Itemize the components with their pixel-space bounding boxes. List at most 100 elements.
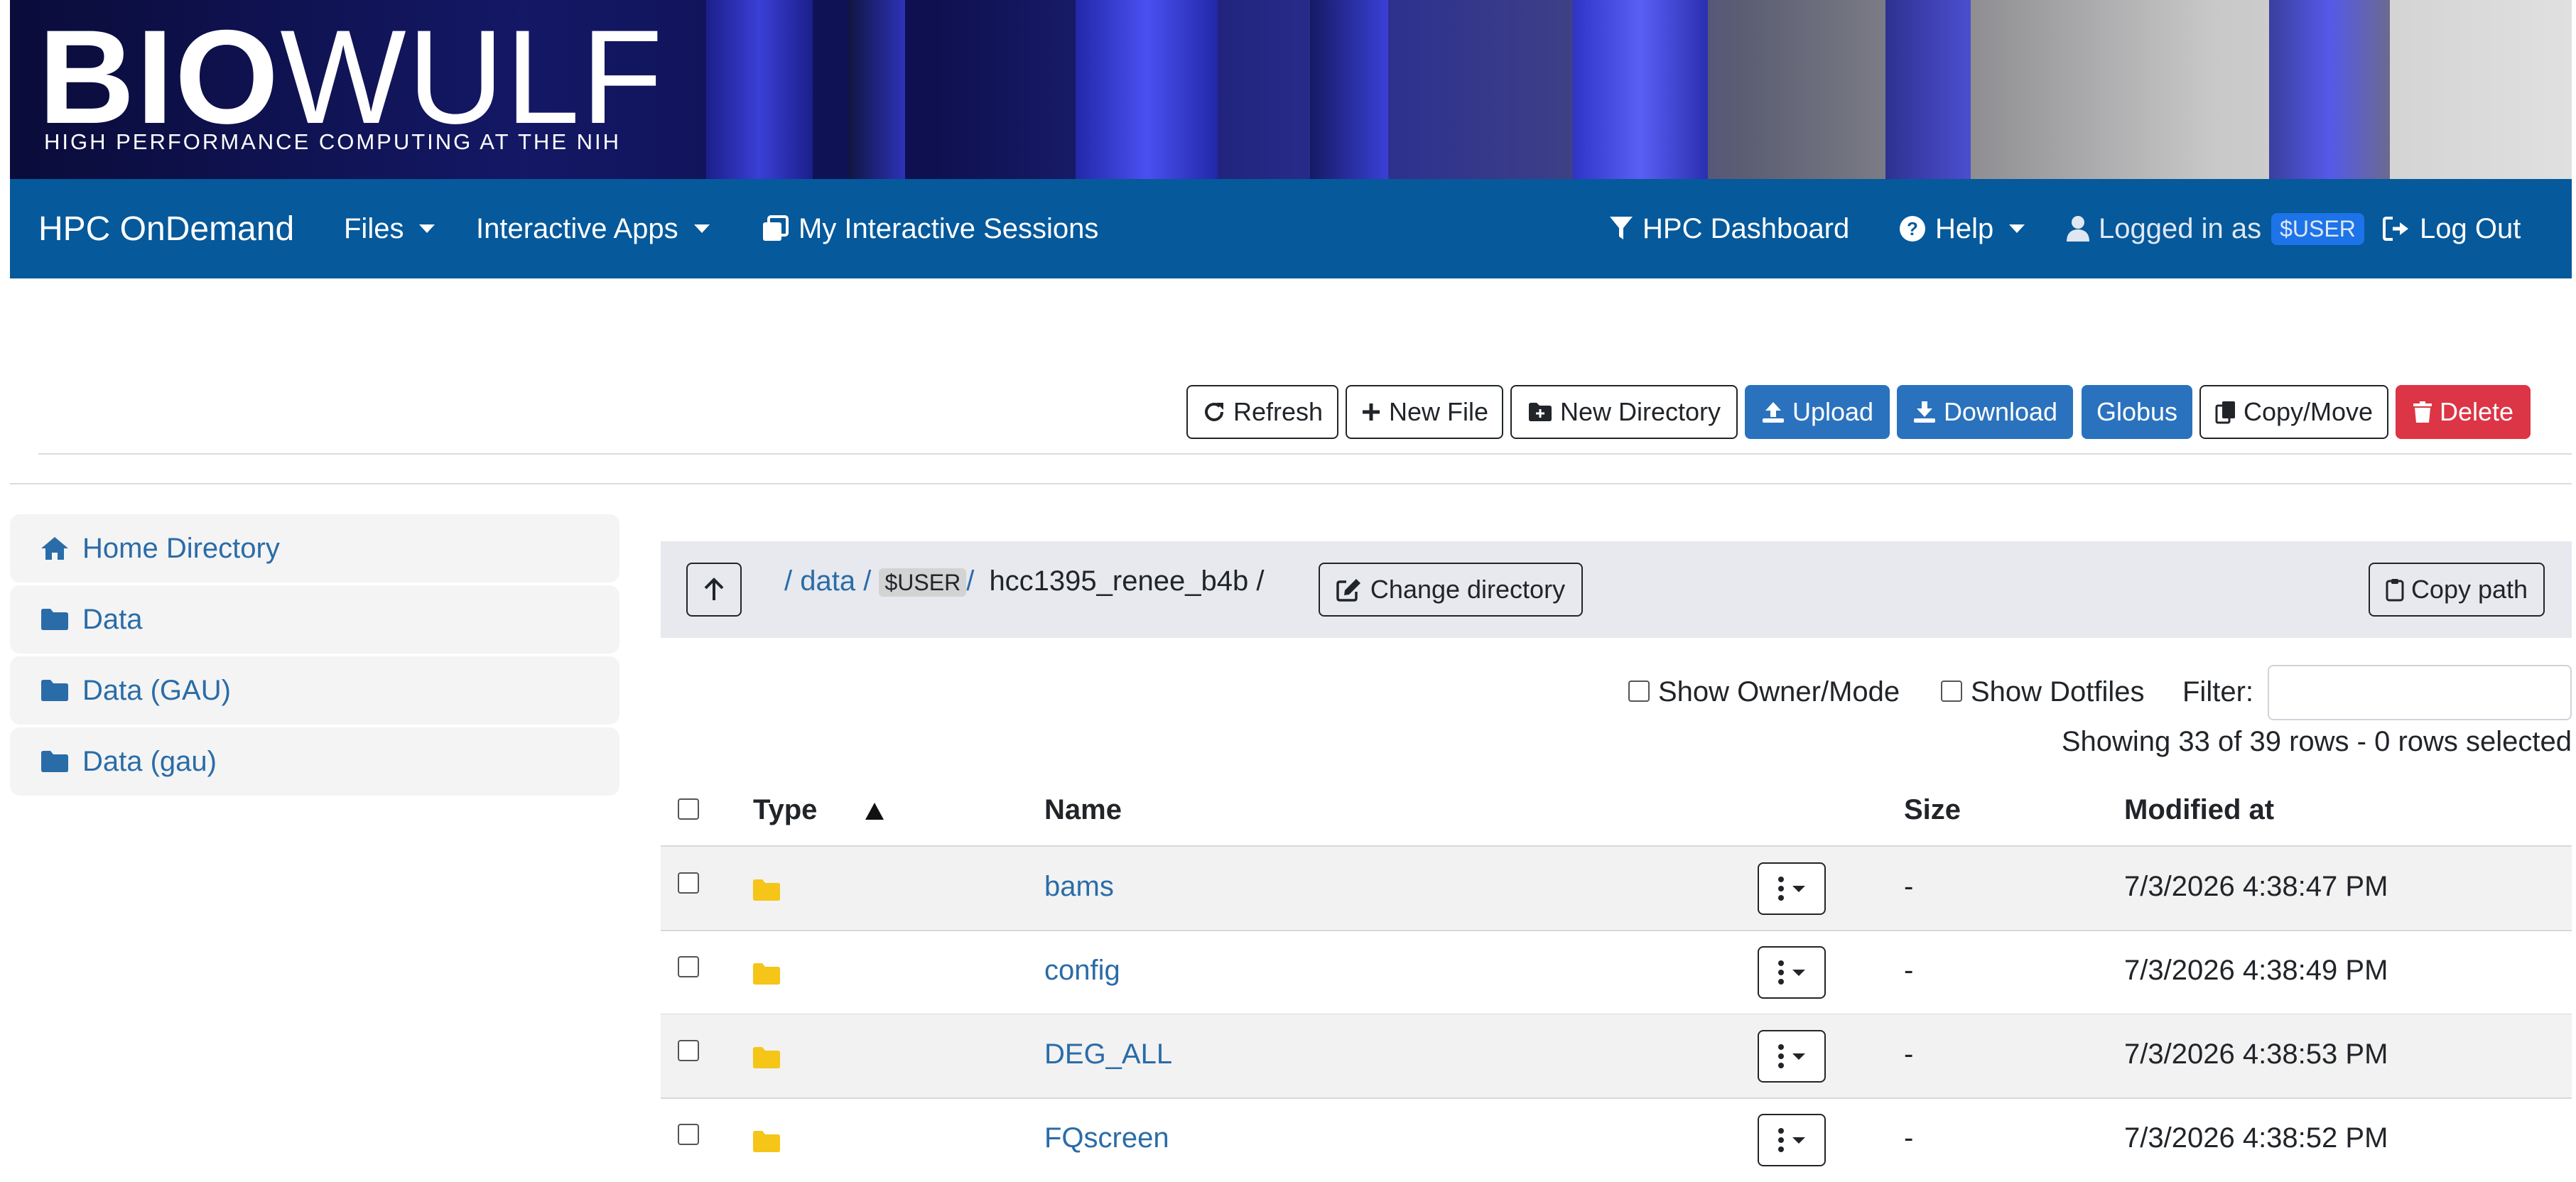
svg-text:?: ? (1907, 218, 1918, 239)
hpc-dashboard-link[interactable]: HPC Dashboard (1608, 179, 1849, 278)
show-dotfiles-checkbox[interactable] (1941, 681, 1962, 702)
copy-path-button[interactable]: Copy path (2369, 563, 2545, 617)
copy-path-label: Copy path (2410, 575, 2528, 604)
copy-move-button[interactable]: Copy/Move (2199, 385, 2388, 439)
table-row[interactable]: DEG_ALL - 7/3/2026 4:38:53 PM (661, 1014, 2572, 1098)
breadcrumb-current: hcc1395_renee_b4b / (989, 565, 1265, 597)
delete-button[interactable]: Delete (2396, 385, 2531, 439)
table-row[interactable]: bams - 7/3/2026 4:38:47 PM (661, 847, 2572, 931)
biowulf-logo: BIOWULF (38, 2, 664, 151)
hpc-dashboard-label: HPC Dashboard (1643, 212, 1850, 244)
help-menu[interactable]: ? Help (1898, 179, 2025, 278)
row-actions-button[interactable] (1758, 1114, 1826, 1166)
size-column-header[interactable]: Size (1904, 794, 1961, 826)
copy-move-label: Copy/Move (2243, 397, 2374, 426)
folder-icon (753, 879, 780, 901)
file-name-link[interactable]: DEG_ALL (1044, 1039, 1172, 1070)
breadcrumb-root[interactable]: / (784, 565, 792, 597)
kebab-icon (1778, 960, 1784, 985)
files-menu-label: Files (344, 212, 404, 244)
chevron-down-icon (419, 224, 435, 233)
sidebar-item-data-gau-upper[interactable]: Data (GAU) (10, 656, 619, 725)
new-directory-button[interactable]: New Directory (1510, 385, 1738, 439)
filter-label: Filter: (2182, 676, 2253, 707)
file-name-link[interactable]: bams (1044, 871, 1114, 903)
file-size: - (1904, 955, 1914, 986)
folder-icon (753, 1047, 780, 1068)
sidebar-item-label: Data (82, 603, 143, 635)
sidebar-item-data-gau-lower[interactable]: Data (gau) (10, 727, 619, 796)
user-icon (2066, 215, 2090, 242)
change-directory-button[interactable]: Change directory (1319, 563, 1583, 617)
brand-link[interactable]: HPC OnDemand (38, 179, 294, 278)
row-checkbox[interactable] (678, 1040, 699, 1061)
change-directory-label: Change directory (1370, 575, 1566, 604)
files-menu[interactable]: Files (344, 179, 435, 278)
filter-icon (1608, 215, 1634, 242)
interactive-apps-label: Interactive Apps (476, 212, 678, 244)
file-name-link[interactable]: FQscreen (1044, 1122, 1169, 1154)
log-out-label: Log Out (2420, 212, 2521, 244)
copy-icon (2215, 401, 2235, 424)
file-modified: 7/3/2026 4:38:52 PM (2124, 1122, 2388, 1154)
upload-button[interactable]: Upload (1745, 385, 1890, 439)
parent-directory-button[interactable] (686, 563, 742, 617)
row-actions-button[interactable] (1758, 946, 1826, 999)
breadcrumb-data[interactable]: data (800, 565, 855, 597)
folder-icon (753, 963, 780, 985)
row-actions-button[interactable] (1758, 1030, 1826, 1083)
download-label: Download (1943, 397, 2058, 426)
refresh-label: Refresh (1233, 397, 1324, 426)
folder-plus-icon (1528, 403, 1552, 421)
file-name-link[interactable]: config (1044, 955, 1120, 987)
page-divider (10, 483, 2572, 484)
globus-button[interactable]: Globus (2082, 385, 2192, 439)
modified-column-header[interactable]: Modified at (2124, 794, 2274, 826)
breadcrumb-separator: / (966, 565, 975, 597)
chevron-down-icon (1792, 969, 1805, 976)
breadcrumb-user[interactable]: $USER (879, 568, 967, 597)
server-rack-image (1076, 0, 1218, 179)
select-all-checkbox[interactable] (678, 798, 699, 820)
sessions-label: My Interactive Sessions (799, 212, 1099, 244)
logo-tagline: HIGH PERFORMANCE COMPUTING AT THE NIH (44, 129, 621, 154)
folder-icon (41, 609, 68, 630)
sidebar-item-home-directory[interactable]: Home Directory (10, 514, 619, 582)
file-modified: 7/3/2026 4:38:49 PM (2124, 955, 2388, 986)
breadcrumb: / data / $USER / hcc1395_renee_b4b / (784, 565, 1264, 597)
type-column-header[interactable]: Type (753, 794, 817, 826)
user-badge: $USER (2271, 212, 2364, 245)
new-file-button[interactable]: New File (1346, 385, 1503, 439)
logged-in-user: Logged in as $USER (2066, 179, 2364, 278)
sort-ascending-icon (865, 803, 884, 820)
download-icon (1913, 401, 1935, 423)
kebab-icon (1778, 1128, 1784, 1152)
refresh-button[interactable]: Refresh (1186, 385, 1338, 439)
plus-icon (1362, 403, 1380, 421)
server-rack-image (1573, 0, 1708, 179)
log-out-link[interactable]: Log Out (2383, 179, 2521, 278)
row-checkbox[interactable] (678, 872, 699, 894)
server-rack-image (1885, 0, 1971, 179)
download-button[interactable]: Download (1897, 385, 2073, 439)
row-checkbox[interactable] (678, 956, 699, 977)
row-checkbox[interactable] (678, 1124, 699, 1145)
folder-icon (753, 1131, 780, 1152)
interactive-apps-menu[interactable]: Interactive Apps (476, 179, 710, 278)
server-rack-image (2269, 0, 2390, 179)
show-owner-mode-checkbox[interactable] (1628, 681, 1650, 702)
server-rack-image (706, 0, 813, 179)
delete-label: Delete (2439, 397, 2514, 426)
chevron-down-icon (1792, 1137, 1805, 1144)
table-row[interactable]: config - 7/3/2026 4:38:49 PM (661, 931, 2572, 1014)
row-actions-button[interactable] (1758, 862, 1826, 915)
table-row[interactable]: FQscreen - 7/3/2026 4:38:52 PM (661, 1098, 2572, 1182)
name-column-header[interactable]: Name (1044, 794, 1122, 826)
refresh-icon (1205, 402, 1223, 421)
chevron-down-icon (1792, 885, 1805, 892)
file-modified: 7/3/2026 4:38:47 PM (2124, 871, 2388, 902)
my-interactive-sessions-link[interactable]: My Interactive Sessions (762, 179, 1098, 278)
filter-input[interactable] (2268, 665, 2572, 720)
server-rack-image (848, 0, 905, 179)
sidebar-item-data[interactable]: Data (10, 585, 619, 654)
